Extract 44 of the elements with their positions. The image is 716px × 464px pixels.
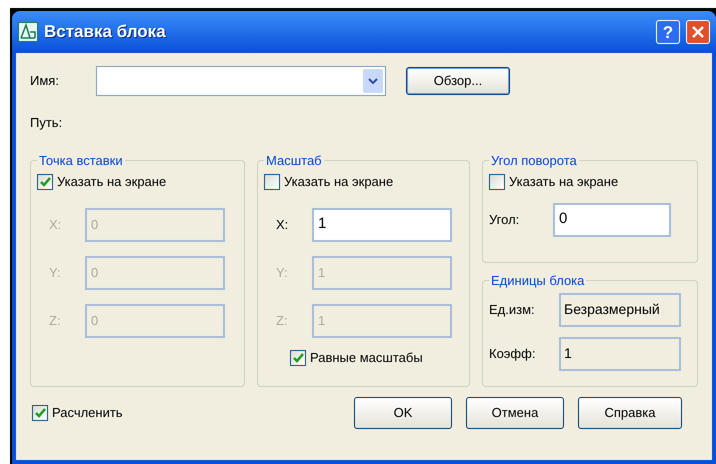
checkbox-label: Указать на экране <box>284 172 394 191</box>
checkbox[interactable] <box>264 174 280 190</box>
checkbox-label: Указать на экране <box>57 172 166 191</box>
input-field: 0 <box>85 304 225 338</box>
help-button[interactable]: ? <box>656 20 680 44</box>
field-label: Z: <box>276 312 289 330</box>
field-label: X: <box>49 216 62 234</box>
group-title: Масштаб <box>265 152 323 170</box>
window-title: Вставка блока <box>44 21 167 44</box>
input-field[interactable]: 0 <box>553 202 671 236</box>
name-dropdown[interactable] <box>96 66 386 96</box>
checkbox-label: Расчленить <box>52 404 123 422</box>
input-field: 1 <box>312 256 452 290</box>
checkbox[interactable] <box>489 174 505 190</box>
close-button[interactable] <box>686 20 710 44</box>
field-label: Коэфф: <box>489 344 536 363</box>
field-label: Z: <box>49 312 62 330</box>
browse-button[interactable]: Обзор... <box>406 67 510 95</box>
checkbox[interactable] <box>37 174 53 190</box>
checkbox-label: Равные масштабы <box>310 348 423 367</box>
field-label: Y: <box>276 264 289 282</box>
dialog-button[interactable]: Отмена <box>466 397 564 429</box>
checkbox[interactable] <box>290 350 306 366</box>
field-label: Угол: <box>489 210 520 229</box>
dialog-button[interactable]: Справка <box>578 397 682 429</box>
input-field: 1 <box>312 304 452 338</box>
path-label: Путь: <box>30 114 62 132</box>
group-title: Единицы блока <box>490 272 586 290</box>
input-field: 0 <box>85 256 225 290</box>
field-label: Имя: <box>30 72 60 90</box>
input-field: 0 <box>85 208 225 242</box>
checkbox-label: Указать на экране <box>509 172 618 191</box>
dialog-button[interactable]: OK <box>354 397 452 429</box>
input-field[interactable]: 1 <box>312 208 452 242</box>
readonly-field: 1 <box>559 336 681 370</box>
field-label: X: <box>276 216 290 234</box>
field-label: Y: <box>49 264 62 282</box>
group-title: Угол поворота <box>490 152 578 170</box>
close-icon <box>691 25 705 39</box>
readonly-field: Безразмерный <box>559 292 681 326</box>
app-icon <box>18 22 38 42</box>
checkbox[interactable] <box>32 405 48 421</box>
group-title: Точка вставки <box>38 152 124 170</box>
field-label: Ед.изм: <box>489 300 536 319</box>
